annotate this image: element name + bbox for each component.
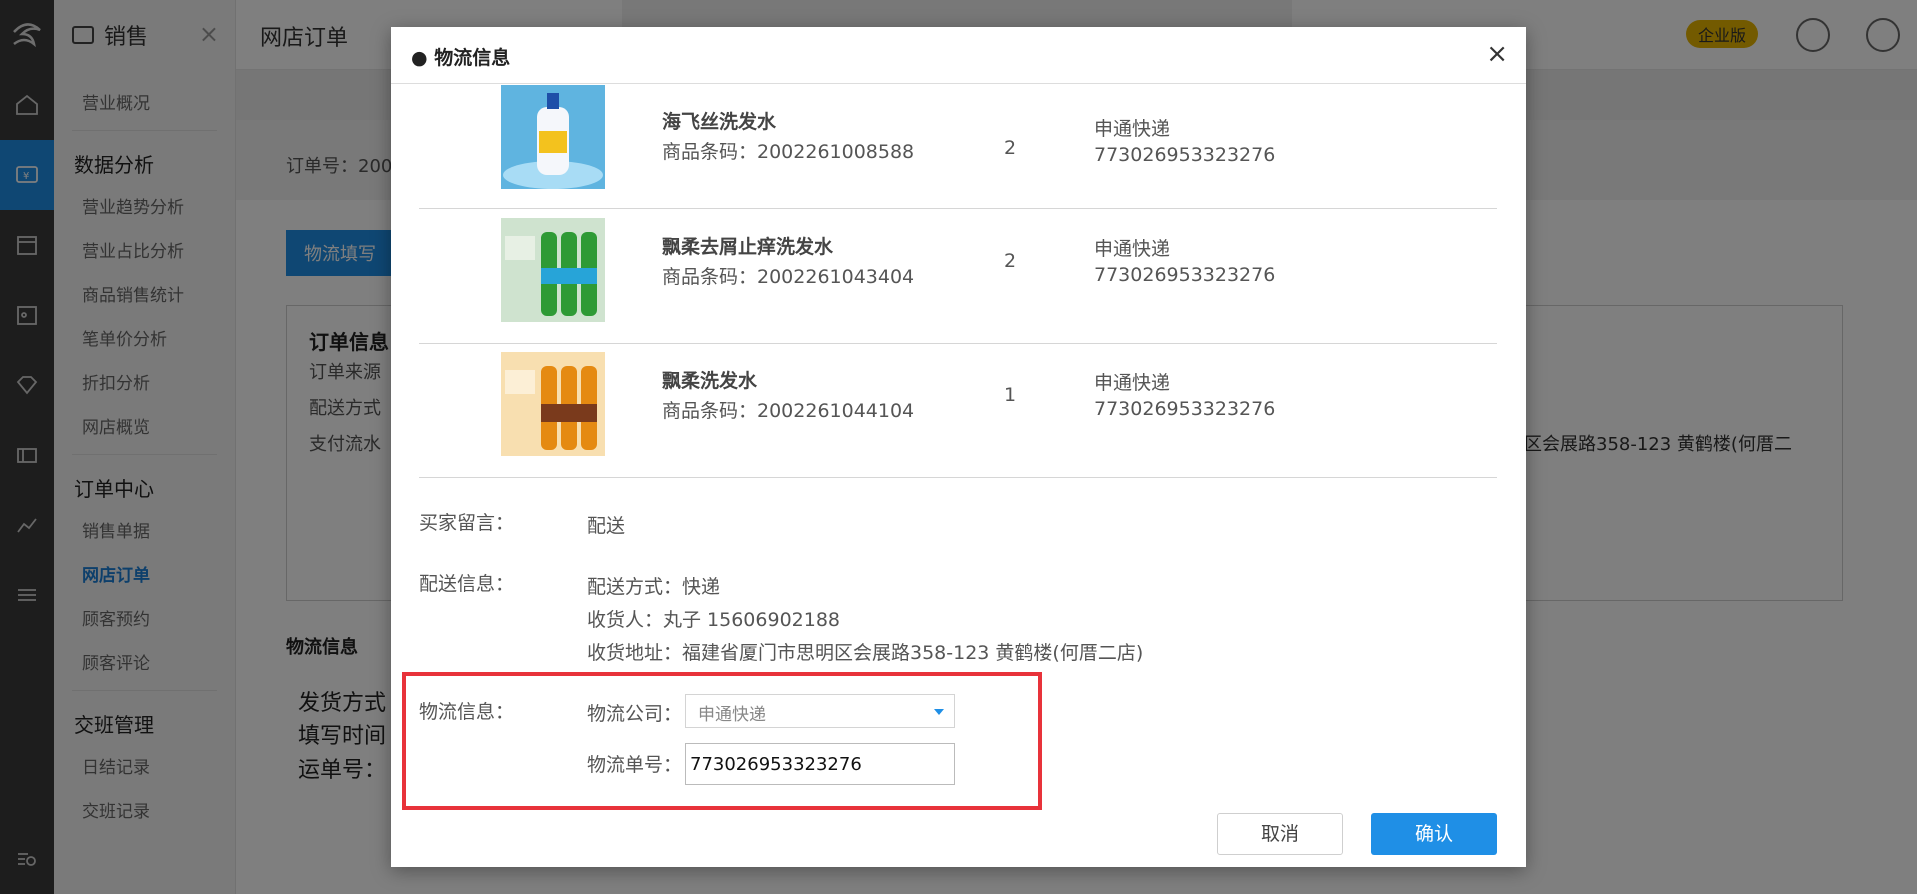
product-row: 海飞丝洗发水 商品条码：2002261008588 2 申通快递 7730269… [419,83,1497,209]
product-tracking: 773026953323276 [1094,144,1276,166]
product-carrier: 申通快递 [1094,118,1171,140]
product-row: 飘柔洗发水 商品条码：2002261044104 1 申通快递 77302695… [419,344,1497,478]
product-carrier: 申通快递 [1094,372,1171,394]
carrier-selected-value: 申通快递 [698,705,766,725]
tracking-number-input[interactable] [685,743,955,785]
product-carrier: 申通快递 [1094,238,1171,260]
product-quantity: 2 [1004,250,1017,272]
delivery-info-label: 配送信息： [419,573,515,595]
logistics-dialog: ● 物流信息 × 海飞丝洗发水 商品条码：2002261008588 2 申通快… [391,27,1526,867]
product-row: 飘柔去屑止痒洗发水 商品条码：2002261043404 2 申通快递 7730… [419,210,1497,344]
logistics-info-label: 物流信息： [419,701,515,723]
product-name: 飘柔洗发水 [662,370,758,392]
shipping-address: 收货地址：福建省厦门市思明区会展路358-123 黄鹤楼(何厝二店) [587,642,1144,664]
product-barcode: 商品条码：2002261008588 [662,141,915,163]
product-name: 飘柔去屑止痒洗发水 [662,236,834,258]
product-image [501,85,605,189]
delivery-method: 配送方式：快递 [587,576,721,598]
product-tracking: 773026953323276 [1094,264,1276,286]
product-barcode: 商品条码：2002261044104 [662,400,915,422]
confirm-button[interactable]: 确认 [1371,813,1497,855]
product-quantity: 2 [1004,137,1017,159]
product-image [501,218,605,322]
product-barcode: 商品条码：2002261043404 [662,266,915,288]
carrier-field-label: 物流公司： [587,703,683,725]
dialog-header: ● 物流信息 × [391,27,1526,84]
chevron-down-icon [934,709,944,715]
product-tracking: 773026953323276 [1094,398,1276,420]
product-name: 海飞丝洗发水 [662,111,777,133]
product-image [501,352,605,456]
cancel-button[interactable]: 取消 [1217,813,1343,855]
close-icon[interactable]: × [1486,39,1508,69]
tracking-field-label: 物流单号： [587,754,683,776]
receiver-info: 收货人：丸子 15606902188 [587,609,841,631]
buyer-message-label: 买家留言： [419,512,515,534]
highlight-box [402,672,1042,810]
buyer-message: 配送 [587,515,626,537]
product-quantity: 1 [1004,384,1017,406]
carrier-select[interactable]: 申通快递 [685,694,955,728]
dialog-title: ● 物流信息 [411,47,511,69]
